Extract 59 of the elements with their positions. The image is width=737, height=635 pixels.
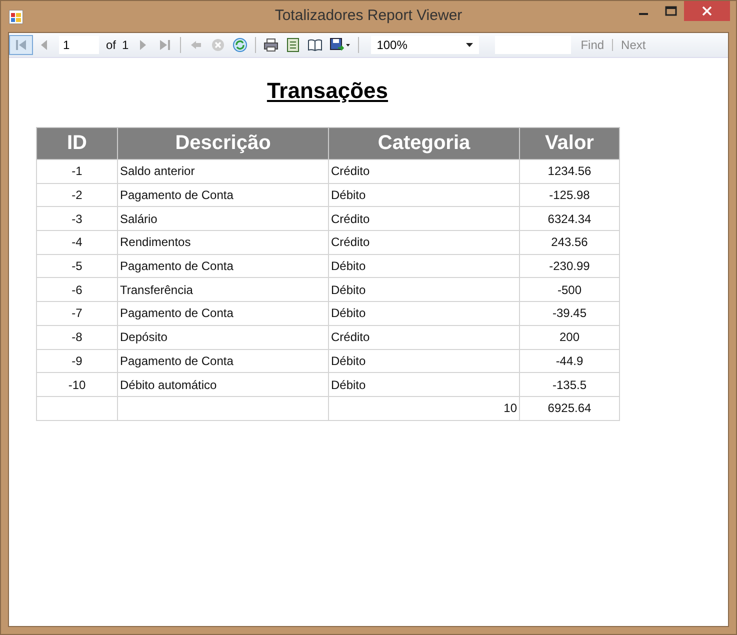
- table-cell: Crédito: [328, 206, 520, 231]
- zoom-dropdown[interactable]: 100%: [370, 36, 479, 54]
- table-cell: Crédito: [328, 230, 520, 254]
- table-cell: Saldo anterior: [118, 160, 328, 184]
- table-cell: Débito: [328, 372, 520, 396]
- caret-icon: [466, 43, 473, 47]
- table-cell: -125.98: [520, 183, 620, 207]
- column-header: Descrição: [118, 128, 328, 160]
- table-cell: Crédito: [328, 160, 520, 184]
- table-cell: -135.5: [520, 372, 620, 396]
- table-cell: 200: [520, 325, 620, 349]
- close-button[interactable]: [684, 1, 730, 21]
- table-cell: -9: [36, 349, 118, 373]
- table-cell: Pagamento de Conta: [118, 302, 328, 326]
- table-cell: -8: [36, 325, 118, 349]
- table-cell: Débito automático: [118, 372, 328, 396]
- table-cell: -6: [36, 278, 118, 302]
- column-header: ID: [36, 128, 118, 160]
- close-icon: [702, 6, 712, 16]
- app-icon: [9, 10, 23, 24]
- window-title: Totalizadores Report Viewer: [274, 7, 462, 24]
- table-cell: Débito: [328, 254, 520, 278]
- table-cell: -230.99: [520, 254, 620, 278]
- table-cell: Rendimentos: [118, 230, 328, 254]
- table-cell: -4: [36, 230, 118, 254]
- table-cell: -10: [36, 372, 118, 396]
- table-cell: Débito: [328, 278, 520, 302]
- table-cell: 6324.34: [520, 206, 620, 231]
- page-count: 1: [122, 38, 129, 52]
- total-count: 10: [328, 396, 520, 420]
- table-cell: -2: [36, 183, 118, 207]
- minimize-icon: [639, 13, 648, 15]
- table-cell: Crédito: [328, 325, 520, 349]
- table-cell: -39.45: [520, 302, 620, 326]
- total-sum: 6925.64: [520, 396, 620, 420]
- table-cell: -1: [36, 160, 118, 184]
- maximize-icon: [664, 6, 676, 16]
- table-cell: -7: [36, 302, 118, 326]
- table-cell: Salário: [118, 206, 328, 231]
- table-cell: Pagamento de Conta: [118, 254, 328, 278]
- table-cell: -500: [520, 278, 620, 302]
- table-cell: Débito: [328, 349, 520, 373]
- table-cell: -5: [36, 254, 118, 278]
- table-cell: 1234.56: [520, 160, 620, 184]
- table-cell: 243.56: [520, 230, 620, 254]
- table-cell: -3: [36, 206, 118, 231]
- page-of-label: of: [106, 38, 116, 52]
- table-cell: Débito: [328, 183, 520, 207]
- table-cell: Transferência: [118, 278, 328, 302]
- report-title: Transações: [266, 78, 390, 104]
- table-cell: -44.9: [520, 349, 620, 373]
- column-header: Categoria: [328, 128, 520, 160]
- column-header: Valor: [520, 128, 620, 160]
- table-cell: Pagamento de Conta: [118, 183, 328, 207]
- page-field[interactable]: 1: [59, 36, 99, 54]
- table-cell: Pagamento de Conta: [118, 349, 328, 373]
- table-cell: Débito: [328, 302, 520, 326]
- table-cell: Depósito: [118, 325, 328, 349]
- first-page-icon[interactable]: [9, 35, 33, 55]
